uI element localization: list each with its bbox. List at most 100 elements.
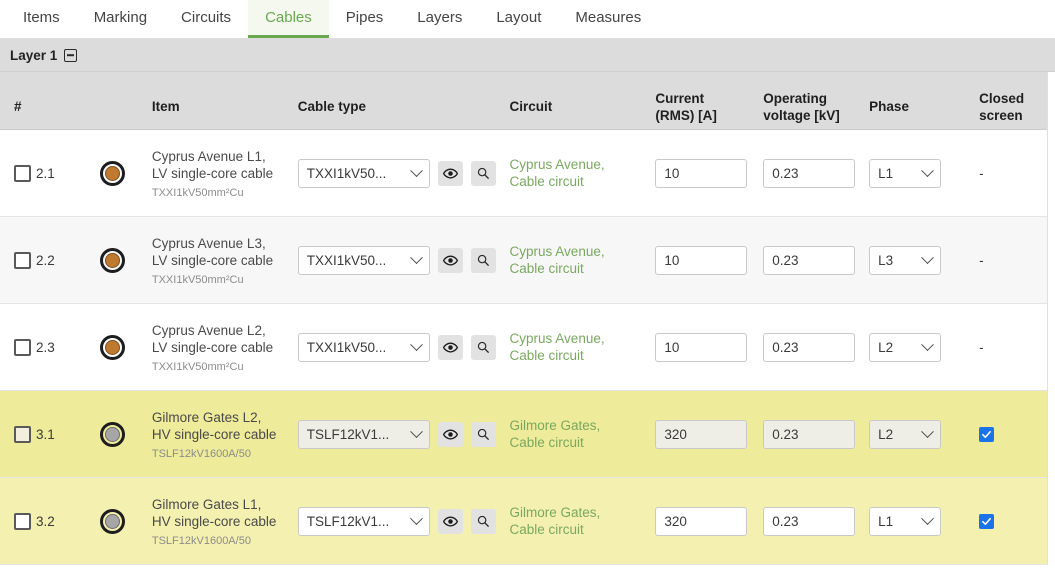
table-row[interactable]: 2.1 Cyprus Avenue L1, LV single-core cable…	[0, 130, 1047, 217]
current-input[interactable]: 10	[655, 245, 748, 275]
search-magnifier-button[interactable]	[470, 334, 496, 360]
operating-voltage-input[interactable]: 0.23	[763, 245, 856, 275]
phase-cell: L2	[869, 304, 971, 390]
search-magnifier-button[interactable]	[470, 508, 496, 534]
cable-cross-section-aluminium-icon	[99, 508, 125, 534]
operating-voltage-input[interactable]: 0.23	[763, 506, 856, 536]
circuit-link[interactable]: Gilmore Gates, Cable circuit	[510, 504, 607, 539]
tab-layout[interactable]: Layout	[479, 0, 558, 38]
item-cell: Cyprus Avenue L3, LV single-core cable TXX…	[152, 217, 298, 303]
chevron-down-icon	[409, 337, 423, 351]
column-header-cable-type: Cable type	[297, 99, 367, 114]
row-number-cell: 2.1	[0, 130, 100, 216]
column-header-number: #	[14, 99, 22, 114]
cable-type-select[interactable]: TSLF12kV1...	[297, 506, 430, 536]
cable-type-cell: TSLF12kV1...	[297, 391, 510, 477]
chevron-down-icon	[921, 337, 935, 351]
row-select-checkbox[interactable]	[14, 164, 31, 182]
tab-marking[interactable]: Marking	[77, 0, 164, 38]
operating-voltage-input[interactable]: 0.23	[763, 158, 856, 188]
phase-cell: L1	[869, 478, 971, 564]
table-row[interactable]: 3.1 Gilmore Gates L2, HV single-core cable…	[0, 391, 1047, 478]
preview-eye-button[interactable]	[437, 421, 463, 447]
table-row[interactable]: 2.2 Cyprus Avenue L3, LV single-core cable…	[0, 217, 1047, 304]
circuit-cell: Gilmore Gates, Cable circuit	[510, 478, 656, 564]
phase-value: L1	[878, 165, 894, 181]
search-magnifier-button[interactable]	[470, 421, 496, 447]
current-input[interactable]: 320	[655, 506, 748, 536]
row-select-checkbox[interactable]	[14, 512, 31, 530]
column-header-item: Item	[151, 99, 180, 114]
item-name: Gilmore Gates L2, HV single-core cable	[151, 409, 277, 443]
phase-select[interactable]: L2	[869, 419, 942, 449]
phase-select[interactable]: L3	[869, 245, 942, 275]
cable-type-select[interactable]: TSLF12kV1...	[297, 419, 430, 449]
current-input[interactable]: 320	[655, 419, 748, 449]
column-header-closed-screen: Closed screen	[971, 72, 1047, 129]
tab-label: Cables	[265, 9, 312, 26]
row-select-checkbox[interactable]	[14, 425, 31, 443]
phase-select[interactable]: L1	[869, 506, 942, 536]
preview-eye-button[interactable]	[437, 247, 463, 273]
cable-type-select[interactable]: TXXI1kV50...	[297, 158, 430, 188]
closed-screen-cell	[971, 391, 1047, 477]
circuit-link[interactable]: Cyprus Avenue, Cable circuit	[510, 156, 611, 191]
voltage-cell: 0.23	[763, 304, 869, 390]
operating-voltage-input[interactable]: 0.23	[763, 419, 856, 449]
item-name: Cyprus Avenue L3, LV single-core cable	[151, 235, 274, 269]
closed-screen-cell: -	[971, 217, 1047, 303]
cable-cross-section-copper-icon	[99, 247, 125, 273]
phase-value: L3	[878, 252, 894, 268]
current-input[interactable]: 10	[655, 158, 748, 188]
table-row[interactable]: 3.2 Gilmore Gates L1, HV single-core cable…	[0, 478, 1047, 565]
cable-type-value: TSLF12kV1...	[306, 513, 390, 529]
cable-type-cell: TXXI1kV50...	[297, 217, 510, 303]
current-input[interactable]: 10	[655, 332, 748, 362]
preview-eye-button[interactable]	[437, 334, 463, 360]
closed-screen-checkbox[interactable]	[979, 513, 995, 529]
circuit-link[interactable]: Cyprus Avenue, Cable circuit	[510, 330, 611, 365]
row-number-label: 2.3	[36, 339, 55, 355]
closed-screen-cell	[971, 478, 1047, 564]
cable-type-select[interactable]: TXXI1kV50...	[297, 245, 430, 275]
row-number-cell: 3.1	[0, 391, 100, 477]
item-cell: Gilmore Gates L1, HV single-core cable TSL…	[152, 478, 298, 564]
tab-cables[interactable]: Cables	[248, 0, 329, 38]
table-row[interactable]: 2.3 Cyprus Avenue L2, LV single-core cable…	[0, 304, 1047, 391]
phase-select[interactable]: L2	[869, 332, 942, 362]
cable-type-select[interactable]: TXXI1kV50...	[297, 332, 430, 362]
preview-eye-button[interactable]	[437, 508, 463, 534]
item-name: Cyprus Avenue L1, LV single-core cable	[151, 148, 274, 182]
tab-measures[interactable]: Measures	[558, 0, 658, 38]
tab-label: Circuits	[181, 9, 232, 26]
circuit-link[interactable]: Cyprus Avenue, Cable circuit	[510, 243, 611, 278]
phase-cell: L1	[869, 130, 971, 216]
chevron-down-icon	[409, 511, 423, 525]
cable-cross-section-copper-icon	[99, 334, 125, 360]
row-select-checkbox[interactable]	[14, 338, 31, 356]
tab-circuits[interactable]: Circuits	[164, 0, 248, 38]
preview-eye-button[interactable]	[437, 160, 463, 186]
tab-items[interactable]: Items	[6, 0, 77, 38]
column-header-voltage-line1: Operating	[763, 90, 828, 106]
collapse-minus-icon[interactable]	[64, 48, 78, 62]
row-number-label: 3.1	[36, 426, 55, 442]
main-tab-bar: Items Marking Circuits Cables Pipes Layers Lay…	[0, 0, 1055, 39]
row-select-checkbox[interactable]	[14, 251, 31, 269]
phase-value: L2	[878, 426, 894, 442]
layer-group-header[interactable]: Layer 1	[0, 39, 1055, 72]
cable-type-cell: TXXI1kV50...	[297, 130, 510, 216]
cable-type-value: TXXI1kV50...	[306, 339, 387, 355]
phase-select[interactable]: L1	[869, 158, 942, 188]
tab-layers[interactable]: Layers	[400, 0, 479, 38]
chevron-down-icon	[409, 163, 423, 177]
search-magnifier-button[interactable]	[470, 160, 496, 186]
closed-screen-checkbox[interactable]	[979, 426, 995, 442]
cable-type-cell: TSLF12kV1...	[297, 478, 510, 564]
tab-pipes[interactable]: Pipes	[329, 0, 401, 38]
row-number-cell: 2.2	[0, 217, 100, 303]
operating-voltage-input[interactable]: 0.23	[763, 332, 856, 362]
search-magnifier-button[interactable]	[470, 247, 496, 273]
circuit-link[interactable]: Gilmore Gates, Cable circuit	[510, 417, 607, 452]
column-header-current-line2: (RMS) [A]	[655, 107, 717, 123]
